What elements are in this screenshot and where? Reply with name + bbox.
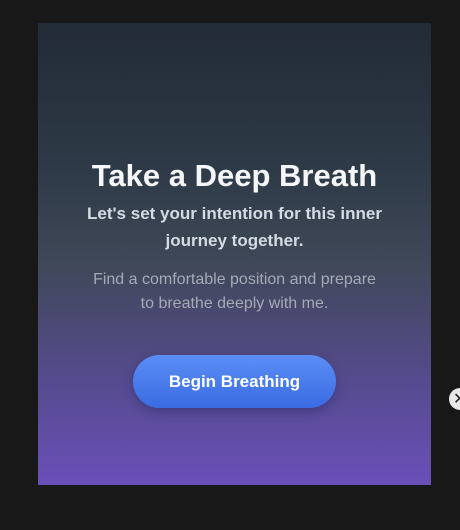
breathing-intro-card: Take a Deep Breath Let's set your intent… <box>38 23 431 485</box>
begin-breathing-button[interactable]: Begin Breathing <box>133 355 336 408</box>
close-icon: ✕ <box>453 389 460 408</box>
card-hint: Find a comfortable position and prepare … <box>93 271 376 312</box>
card-subtitle: Let's set your intention for this inner … <box>87 204 382 250</box>
close-button[interactable]: ✕ <box>449 388 460 410</box>
card-title: Take a Deep Breath <box>91 158 378 193</box>
